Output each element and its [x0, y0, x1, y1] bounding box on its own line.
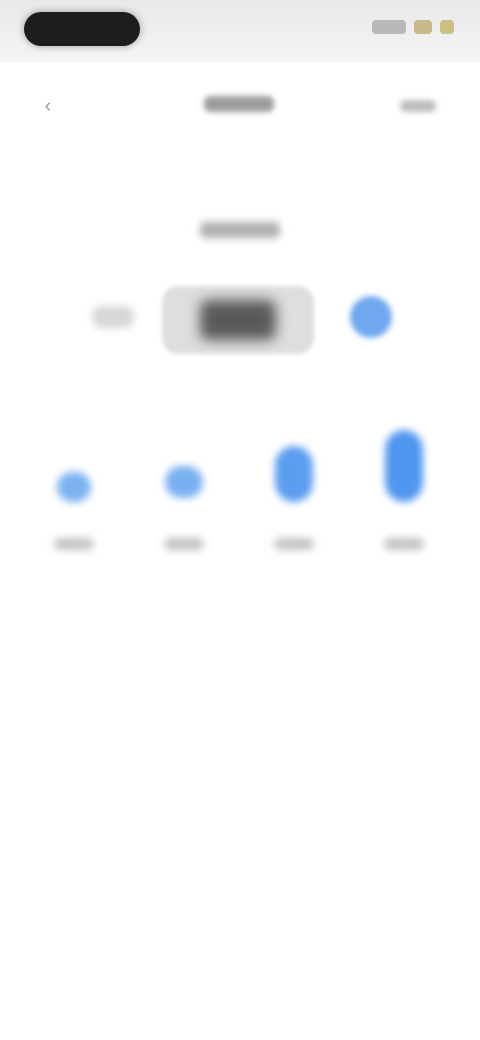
app-screen: ‹ [0, 0, 480, 1040]
option-1-label [54, 538, 94, 550]
chevron-left-icon: ‹ [44, 95, 52, 117]
option-item-4[interactable] [364, 430, 444, 580]
back-button[interactable]: ‹ [30, 90, 66, 122]
section-heading [200, 222, 280, 238]
option-item-3[interactable] [254, 430, 334, 580]
signal-icon [372, 20, 406, 34]
option-3-label [274, 538, 314, 550]
option-item-2[interactable] [144, 430, 224, 580]
option-item-1[interactable] [34, 430, 114, 580]
option-2-label [164, 538, 204, 550]
selected-value [200, 300, 276, 340]
status-bar [0, 0, 480, 62]
status-pill [24, 12, 140, 46]
selector-previous-button[interactable] [92, 306, 134, 328]
selector-next-button[interactable] [350, 296, 392, 338]
top-app-bar: ‹ [0, 62, 480, 148]
option-3-icon [275, 446, 313, 502]
wifi-icon [414, 20, 432, 34]
option-4-label [384, 538, 424, 550]
circle-button-icon [350, 296, 351, 297]
battery-icon [440, 20, 454, 34]
page-title [204, 96, 274, 112]
option-2-icon [165, 466, 203, 498]
value-selector[interactable] [162, 286, 314, 354]
option-1-icon [57, 472, 91, 502]
header-action-button[interactable] [400, 100, 436, 112]
option-4-icon [385, 430, 423, 502]
status-icons [372, 20, 454, 34]
